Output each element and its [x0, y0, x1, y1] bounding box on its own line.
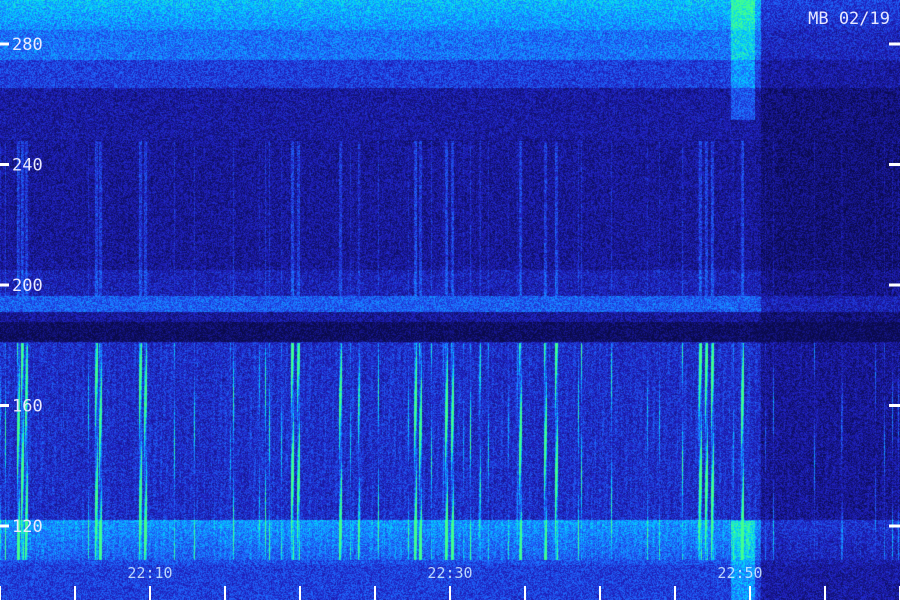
spectrogram-overlay: 280 240 200 160 120 22:10 22:30 22:50 MB 02/19: [0, 9, 900, 600]
y-tick-label-160: 160: [12, 397, 43, 417]
y-tick-label-240: 240: [12, 156, 43, 176]
x-tick-label-2: 22:50: [717, 564, 762, 582]
y-axis-left: 280 240 200 160 120: [0, 35, 43, 537]
y-tick-label-280: 280: [12, 35, 43, 55]
x-tick-label-0: 22:10: [127, 564, 172, 582]
x-axis: 22:10 22:30 22:50: [0, 564, 900, 600]
corner-label: MB 02/19: [808, 9, 890, 29]
x-tick-label-1: 22:30: [427, 564, 472, 582]
y-tick-label-120: 120: [12, 517, 43, 537]
y-tick-label-200: 200: [12, 276, 43, 296]
y-axis-right: [889, 42, 900, 528]
